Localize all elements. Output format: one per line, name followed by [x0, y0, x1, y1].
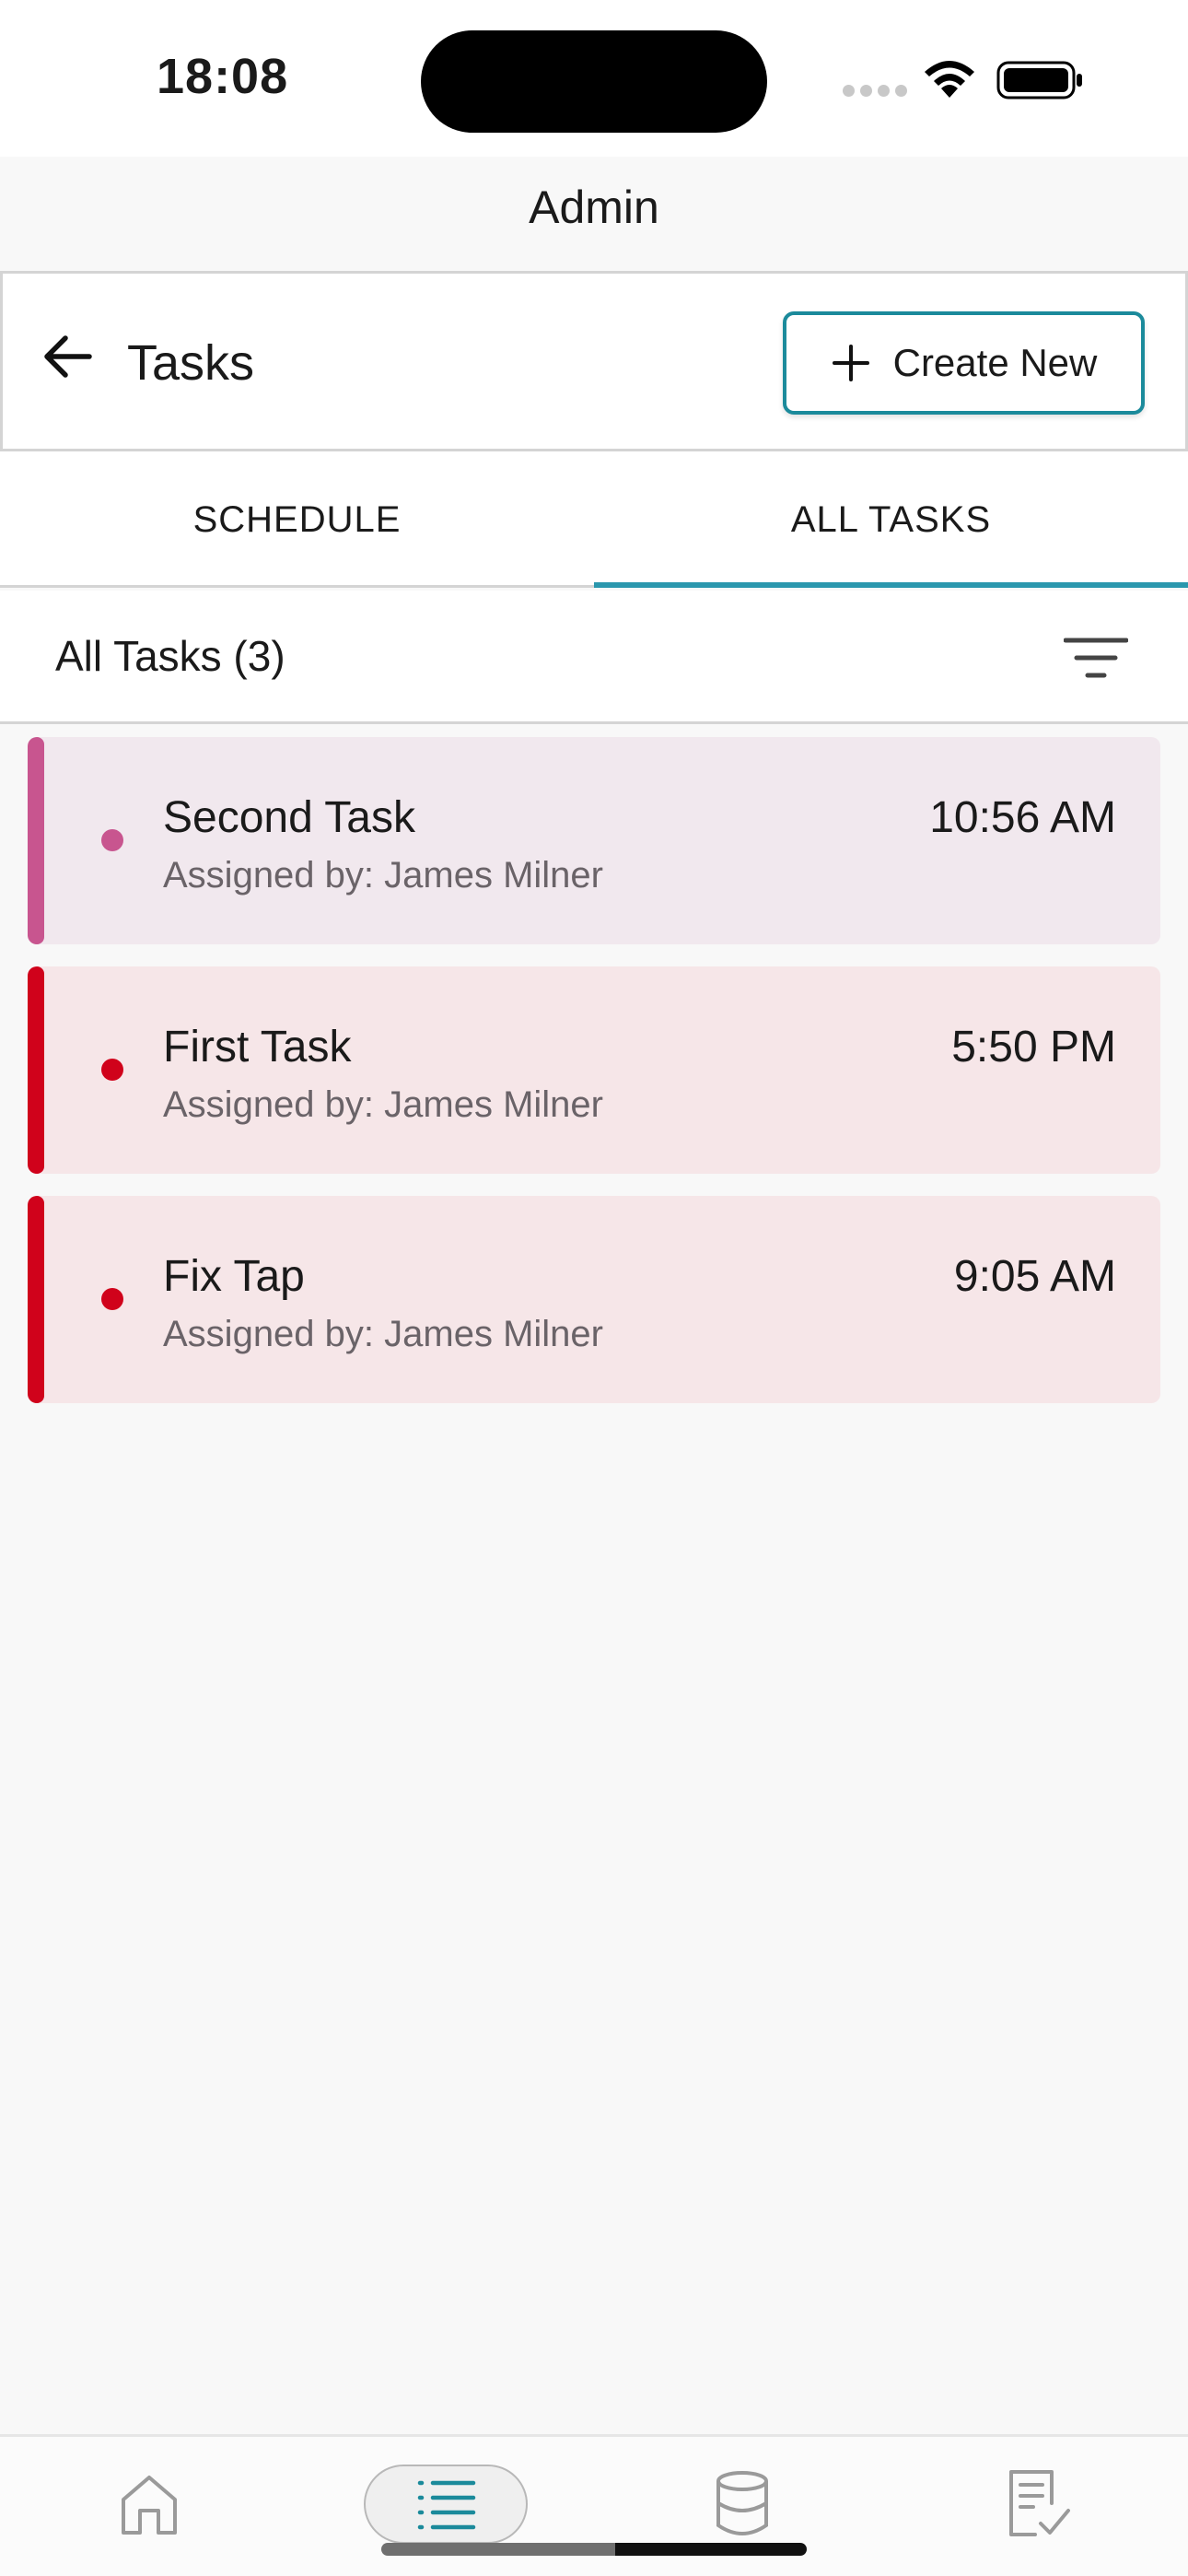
- tab-schedule[interactable]: SCHEDULE: [0, 451, 594, 588]
- create-new-label: Create New: [892, 341, 1098, 384]
- home-icon[interactable]: [112, 2466, 186, 2540]
- task-assigned-by: Assigned by: James Milner: [163, 855, 603, 896]
- task-status-dot: [101, 829, 123, 851]
- tab-all-tasks[interactable]: ALL TASKS: [594, 451, 1188, 588]
- database-icon[interactable]: [705, 2466, 779, 2540]
- create-new-button[interactable]: Create New: [783, 311, 1145, 415]
- task-card[interactable]: First Task Assigned by: James Milner 5:5…: [28, 966, 1160, 1174]
- home-indicator: [381, 2543, 807, 2556]
- page-title: Tasks: [127, 335, 255, 391]
- checklist-icon[interactable]: [1002, 2466, 1076, 2540]
- back-arrow-icon[interactable]: [40, 329, 95, 384]
- task-card[interactable]: Fix Tap Assigned by: James Milner 9:05 A…: [28, 1196, 1160, 1403]
- cellular-signal-icon: [843, 85, 907, 98]
- battery-icon: [996, 61, 1082, 100]
- list-header: All Tasks (3): [0, 591, 1188, 724]
- page-header: Tasks Create New: [0, 271, 1188, 451]
- filter-icon[interactable]: [1064, 635, 1128, 681]
- task-name: Fix Tap: [163, 1252, 305, 1301]
- list-icon[interactable]: [409, 2468, 483, 2542]
- task-status-dot: [101, 1059, 123, 1081]
- status-time: 18:08: [157, 49, 289, 104]
- task-status-dot: [101, 1288, 123, 1310]
- task-assigned-by: Assigned by: James Milner: [163, 1084, 603, 1125]
- plus-icon: [832, 345, 869, 381]
- active-tab-indicator: [594, 582, 1188, 588]
- task-name: Second Task: [163, 793, 415, 842]
- tab-bar: SCHEDULE ALL TASKS: [0, 451, 1188, 588]
- task-count-label: All Tasks (3): [55, 632, 285, 680]
- dynamic-island: [421, 30, 767, 133]
- status-bar: 18:08: [0, 0, 1188, 157]
- task-time: 5:50 PM: [951, 1023, 1116, 1071]
- task-time: 10:56 AM: [929, 793, 1116, 842]
- task-accent-bar: [28, 1196, 44, 1403]
- task-name: First Task: [163, 1023, 352, 1071]
- task-card[interactable]: Second Task Assigned by: James Milner 10…: [28, 737, 1160, 944]
- task-time: 9:05 AM: [953, 1252, 1116, 1301]
- task-assigned-by: Assigned by: James Milner: [163, 1314, 603, 1354]
- wifi-icon: [925, 61, 974, 98]
- task-accent-bar: [28, 966, 44, 1174]
- app-title: Admin: [529, 181, 659, 233]
- task-accent-bar: [28, 737, 44, 944]
